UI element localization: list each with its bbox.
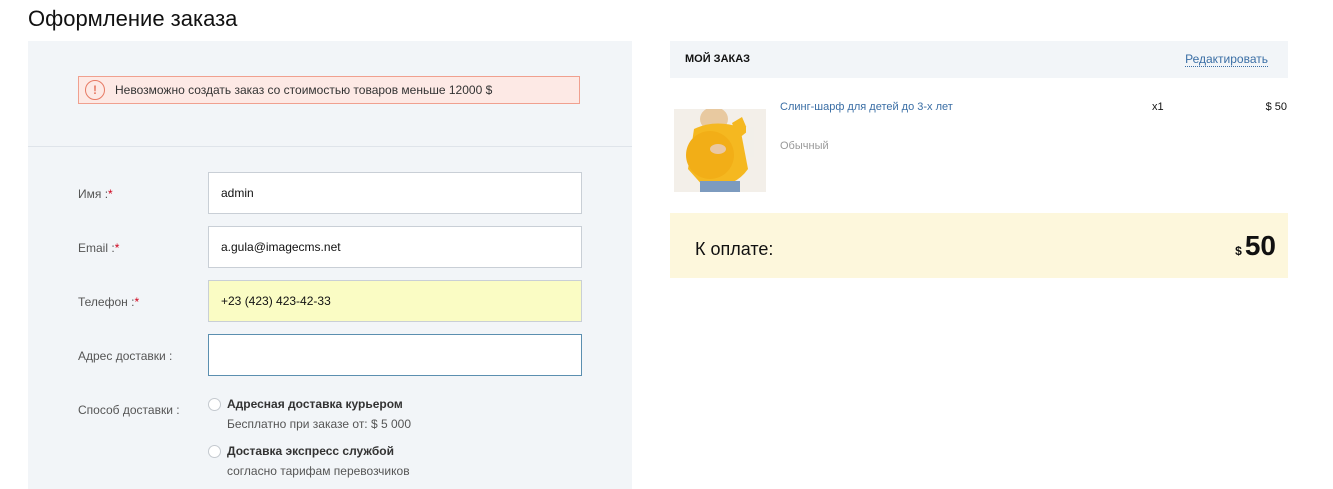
required-mark: * — [134, 295, 140, 309]
address-input[interactable] — [208, 334, 582, 376]
product-photo — [674, 109, 766, 192]
delivery-option-express[interactable]: Доставка экспресс службой — [208, 444, 394, 458]
address-label: Адрес доставки : — [78, 349, 173, 363]
radio-button[interactable] — [208, 397, 221, 411]
delivery-label: Способ доставки : — [78, 403, 180, 417]
edit-order-link[interactable]: Редактировать — [1185, 52, 1268, 67]
radio-button[interactable] — [208, 444, 221, 458]
name-input[interactable] — [208, 172, 582, 214]
delivery-option-title: Адресная доставка курьером — [227, 397, 403, 411]
order-title: МОЙ ЗАКАЗ — [685, 53, 751, 65]
total-label: К оплате: — [695, 239, 774, 259]
page-title: Оформление заказа — [28, 6, 238, 31]
phone-label: Телефон :* — [78, 295, 140, 309]
checkout-form-panel: ! Невозможно создать заказ со стоимостью… — [28, 41, 632, 489]
product-image[interactable] — [674, 109, 766, 192]
total-currency: $ — [1235, 244, 1242, 258]
name-label: Имя :* — [78, 187, 113, 201]
total-amount: 50 — [1244, 230, 1276, 261]
order-total: К оплате: $ 50 — [670, 213, 1288, 278]
product-price: $ 50 — [1265, 101, 1287, 113]
delivery-option-title: Доставка экспресс службой — [227, 444, 394, 458]
required-mark: * — [108, 187, 113, 201]
product-quantity: x1 — [1152, 101, 1164, 113]
total-value: $ 50 — [1235, 230, 1276, 262]
divider — [28, 146, 632, 147]
alert-text: Невозможно создать заказ со стоимостью т… — [115, 83, 493, 97]
product-variant: Обычный — [780, 140, 829, 152]
email-label: Email :* — [78, 241, 120, 255]
required-mark: * — [114, 241, 120, 255]
exclamation-icon: ! — [85, 80, 105, 100]
error-alert: ! Невозможно создать заказ со стоимостью… — [78, 76, 580, 104]
phone-input[interactable] — [208, 280, 582, 322]
email-input[interactable] — [208, 226, 582, 268]
order-header: МОЙ ЗАКАЗ Редактировать — [670, 41, 1288, 78]
product-name-link[interactable]: Слинг-шарф для детей до 3-х лет — [780, 101, 953, 113]
delivery-option-note: согласно тарифам перевозчиков — [227, 464, 410, 478]
delivery-option-note: Бесплатно при заказе от: $ 5 000 — [227, 417, 412, 431]
delivery-option-courier[interactable]: Адресная доставка курьером — [208, 397, 403, 411]
